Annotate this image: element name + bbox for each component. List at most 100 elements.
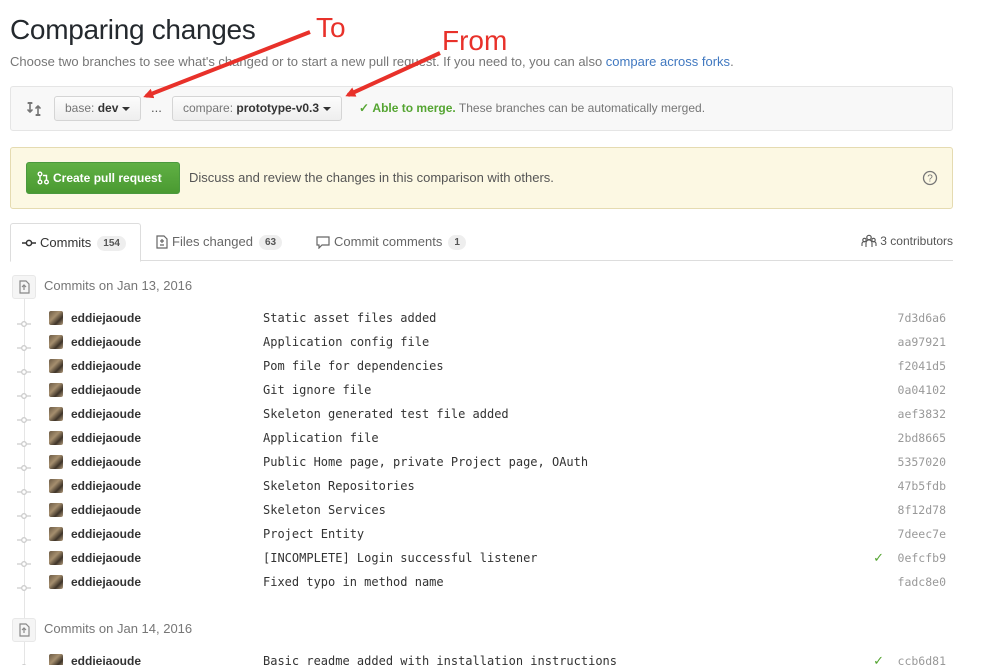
commit-row: eddiejaoude Skeleton generated test file … bbox=[12, 402, 954, 426]
commit-author[interactable]: eddiejaoude bbox=[71, 450, 141, 474]
commit-row: eddiejaoude Basic readme added with insta… bbox=[12, 649, 954, 665]
avatar[interactable] bbox=[49, 359, 63, 373]
commit-author[interactable]: eddiejaoude bbox=[71, 378, 141, 402]
commit-author[interactable]: eddiejaoude bbox=[71, 649, 141, 665]
commit-author[interactable]: eddiejaoude bbox=[71, 522, 141, 546]
commit-message[interactable]: Pom file for dependencies bbox=[263, 354, 444, 378]
commit-author[interactable]: eddiejaoude bbox=[71, 474, 141, 498]
compare-across-forks-link[interactable]: compare across forks bbox=[606, 54, 730, 69]
tab-commit-comments[interactable]: Commit comments 1 bbox=[316, 223, 466, 261]
commit-message[interactable]: Skeleton Services bbox=[263, 498, 386, 522]
commit-row: eddiejaoude Skeleton Services 8f12d78 bbox=[12, 498, 954, 522]
avatar[interactable] bbox=[49, 479, 63, 493]
comment-icon bbox=[316, 236, 330, 250]
avatar[interactable] bbox=[49, 575, 63, 589]
git-commit-icon bbox=[17, 577, 31, 591]
commit-sha[interactable]: 2bd8665 bbox=[898, 426, 946, 450]
base-value: dev bbox=[97, 101, 119, 115]
avatar[interactable] bbox=[49, 335, 63, 349]
pull-request-notice: Create pull request Discuss and review t… bbox=[10, 147, 953, 209]
page-title: Comparing changes bbox=[10, 14, 256, 45]
create-pull-request-button[interactable]: Create pull request bbox=[26, 162, 180, 194]
commit-message[interactable]: Application file bbox=[263, 426, 379, 450]
tab-files-changed[interactable]: Files changed 63 bbox=[156, 223, 283, 261]
commit-message[interactable]: Project Entity bbox=[263, 522, 364, 546]
avatar[interactable] bbox=[49, 311, 63, 325]
commit-sha[interactable]: 0efcfb9 bbox=[898, 546, 946, 570]
avatar[interactable] bbox=[49, 383, 63, 397]
status-check-icon[interactable]: ✓ bbox=[873, 649, 884, 665]
commit-group-date: Commits on Jan 14, 2016 bbox=[44, 621, 193, 636]
avatar[interactable] bbox=[49, 654, 63, 665]
tab-files-label: Files changed bbox=[172, 234, 253, 249]
subtitle-text: Choose two branches to see what's change… bbox=[10, 54, 606, 69]
chevron-down-icon bbox=[323, 106, 332, 111]
commit-message[interactable]: Public Home page, private Project page, … bbox=[263, 450, 588, 474]
range-editor: base: dev ... compare: prototype-v0.3 ✓ … bbox=[10, 86, 953, 131]
git-commit-group-icon bbox=[12, 274, 36, 299]
commit-message[interactable]: Fixed typo in method name bbox=[263, 570, 444, 594]
annotation-from: From bbox=[442, 25, 508, 56]
commit-sha[interactable]: fadc8e0 bbox=[898, 570, 946, 594]
comments-count: 1 bbox=[448, 235, 466, 250]
avatar[interactable] bbox=[49, 503, 63, 517]
range-separator: ... bbox=[151, 100, 162, 115]
commit-row: eddiejaoude Application config file aa9792… bbox=[12, 330, 954, 354]
commit-sha[interactable]: 5357020 bbox=[898, 450, 946, 474]
avatar[interactable] bbox=[49, 431, 63, 445]
commit-author[interactable]: eddiejaoude bbox=[71, 426, 141, 450]
commit-author[interactable]: eddiejaoude bbox=[71, 570, 141, 594]
git-pull-request-icon bbox=[37, 171, 49, 185]
commits-count: 154 bbox=[97, 236, 126, 251]
contributors-link[interactable]: 3 contributors bbox=[861, 223, 953, 259]
git-commit-icon bbox=[17, 656, 31, 665]
question-icon[interactable]: ? bbox=[922, 170, 938, 186]
subtitle-suffix: . bbox=[730, 54, 734, 69]
commit-message[interactable]: Basic readme added with installation ins… bbox=[263, 649, 617, 665]
commit-message[interactable]: Application config file bbox=[263, 330, 429, 354]
commit-sha[interactable]: f2041d5 bbox=[898, 354, 946, 378]
commit-sha[interactable]: 8f12d78 bbox=[898, 498, 946, 522]
commit-author[interactable]: eddiejaoude bbox=[71, 402, 141, 426]
git-commit-icon bbox=[17, 553, 31, 567]
git-commit-icon bbox=[17, 433, 31, 447]
commit-sha[interactable]: aef3832 bbox=[898, 402, 946, 426]
commit-sha[interactable]: aa97921 bbox=[898, 330, 946, 354]
git-compare-icon[interactable] bbox=[26, 101, 42, 117]
commit-sha[interactable]: 0a04102 bbox=[898, 378, 946, 402]
avatar[interactable] bbox=[49, 527, 63, 541]
commit-message[interactable]: [INCOMPLETE] Login successful listener bbox=[263, 546, 538, 570]
commit-author[interactable]: eddiejaoude bbox=[71, 498, 141, 522]
contributors-label: 3 contributors bbox=[880, 234, 953, 248]
avatar[interactable] bbox=[49, 551, 63, 565]
base-label: base: bbox=[65, 101, 95, 115]
git-commit-icon bbox=[17, 529, 31, 543]
commit-sha[interactable]: 47b5fdb bbox=[898, 474, 946, 498]
commit-message[interactable]: Git ignore file bbox=[263, 378, 371, 402]
compare-label: compare: bbox=[183, 101, 234, 115]
git-commit-icon bbox=[17, 361, 31, 375]
commit-author[interactable]: eddiejaoude bbox=[71, 330, 141, 354]
commit-message[interactable]: Static asset files added bbox=[263, 306, 436, 330]
create-pull-request-label: Create pull request bbox=[53, 171, 162, 185]
status-check-icon[interactable]: ✓ bbox=[873, 546, 884, 570]
commit-author[interactable]: eddiejaoude bbox=[71, 306, 141, 330]
git-commit-icon bbox=[17, 337, 31, 351]
commit-sha[interactable]: 7d3d6a6 bbox=[898, 306, 946, 330]
base-branch-select[interactable]: base: dev bbox=[54, 96, 142, 121]
avatar[interactable] bbox=[49, 455, 63, 469]
avatar[interactable] bbox=[49, 407, 63, 421]
commit-author[interactable]: eddiejaoude bbox=[71, 546, 141, 570]
git-commit-icon bbox=[17, 481, 31, 495]
commit-sha[interactable]: ccb6d81 bbox=[898, 649, 946, 665]
tab-commits[interactable]: Commits 154 bbox=[10, 223, 141, 262]
commit-row: eddiejaoude Project Entity 7deec7e bbox=[12, 522, 954, 546]
commit-message[interactable]: Skeleton generated test file added bbox=[263, 402, 509, 426]
commit-sha[interactable]: 7deec7e bbox=[898, 522, 946, 546]
commit-row: eddiejaoude Application file 2bd8665 bbox=[12, 426, 954, 450]
git-commit-group-icon bbox=[12, 617, 36, 642]
merge-status-label: Able to merge. bbox=[372, 101, 456, 115]
commit-author[interactable]: eddiejaoude bbox=[71, 354, 141, 378]
commit-message[interactable]: Skeleton Repositories bbox=[263, 474, 415, 498]
compare-branch-select[interactable]: compare: prototype-v0.3 bbox=[172, 96, 343, 121]
